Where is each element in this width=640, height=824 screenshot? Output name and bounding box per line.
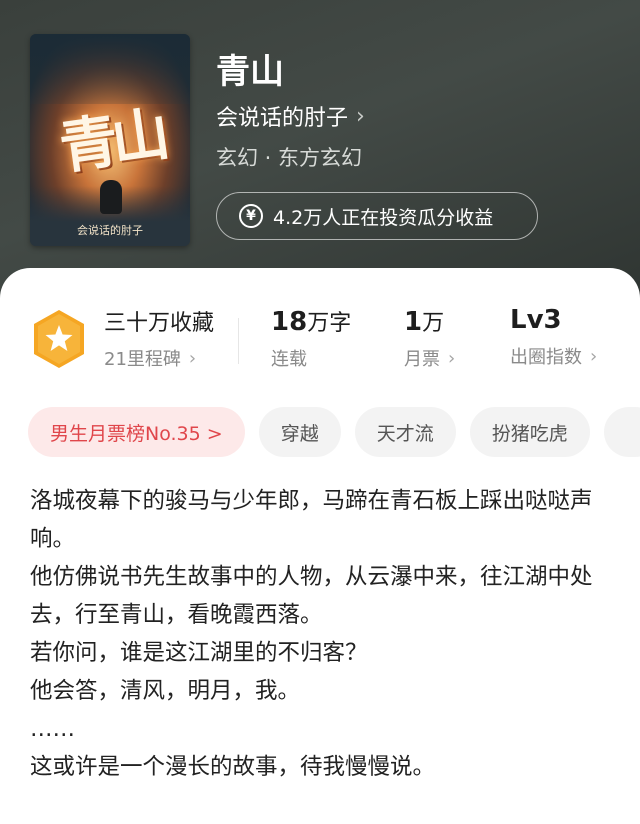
cover-figure: [100, 180, 122, 214]
star-badge-icon: [34, 310, 84, 368]
author-name: 会说话的肘子: [216, 106, 349, 131]
ticket-count-unit: 万: [422, 311, 445, 336]
synopsis-line: 若你问，谁是这江湖里的不归客？: [30, 640, 368, 666]
book-cover-image[interactable]: 青山 会说话的肘子: [30, 34, 190, 246]
serial-status: 连载: [271, 349, 307, 370]
monthly-ticket-label: 月票: [404, 349, 440, 370]
tag-item-partial[interactable]: [603, 407, 640, 457]
stat-words: 18万字 连载: [271, 305, 351, 371]
breakout-index-label: 出圈指数: [510, 347, 582, 368]
cover-author-art: 会说话的肘子: [77, 224, 143, 237]
favorites-count: 三十万收藏: [104, 311, 215, 336]
author-link[interactable]: 会说话的肘子 ›: [216, 100, 365, 132]
chevron-right-icon: ›: [448, 347, 456, 369]
synopsis-line: 洛城夜幕下的骏马与少年郎，马蹄在青石板上踩出哒哒声响。: [30, 488, 593, 552]
book-synopsis: 洛城夜幕下的骏马与少年郎，马蹄在青石板上踩出哒哒声响。 他仿佛说书先生故事中的人…: [30, 482, 620, 786]
tag-item[interactable]: 天才流: [354, 407, 456, 457]
stat-breakout-index[interactable]: Lv3 出圈指数 ›: [510, 305, 597, 369]
stat-monthly-tickets[interactable]: 1万 月票 ›: [404, 305, 455, 371]
book-title: 青山: [216, 52, 284, 92]
yen-icon: ¥: [239, 204, 263, 228]
word-count-unit: 万字: [307, 311, 352, 336]
milestone-label: 21里程碑: [104, 349, 181, 370]
chevron-right-icon: ›: [188, 347, 197, 369]
synopsis-line: 这或许是一个漫长的故事，待我慢慢说。: [30, 754, 436, 780]
stat-divider: [238, 318, 239, 364]
chevron-right-icon: ›: [356, 103, 365, 129]
invest-label: 4.2万人正在投资瓜分收益: [273, 206, 494, 229]
breakout-level: Lv3: [510, 305, 562, 335]
tag-ranking[interactable]: 男生月票榜No.35 >: [28, 407, 245, 457]
tag-list: 男生月票榜No.35 > 穿越 天才流 扮猪吃虎: [28, 407, 640, 457]
book-genre: 玄幻 · 东方玄幻: [216, 146, 363, 170]
ticket-count-value: 1: [404, 307, 423, 337]
tag-item[interactable]: 穿越: [258, 407, 341, 457]
word-count-value: 18: [271, 307, 308, 337]
synopsis-line: 他会答，清风，明月，我。: [30, 678, 301, 704]
tag-item[interactable]: 扮猪吃虎: [469, 407, 590, 457]
cover-title-art: 青山: [55, 100, 168, 182]
synopsis-line: ……: [30, 716, 75, 742]
synopsis-line: 他仿佛说书先生故事中的人物，从云瀑中来，往江湖中处去，行至青山，看晚霞西落。: [30, 564, 593, 628]
milestone-link[interactable]: 21里程碑 ›: [104, 345, 214, 371]
invest-button[interactable]: ¥ 4.2万人正在投资瓜分收益: [216, 192, 538, 240]
chevron-right-icon: ›: [590, 345, 598, 367]
stat-favorites[interactable]: 三十万收藏 21里程碑 ›: [104, 305, 214, 371]
